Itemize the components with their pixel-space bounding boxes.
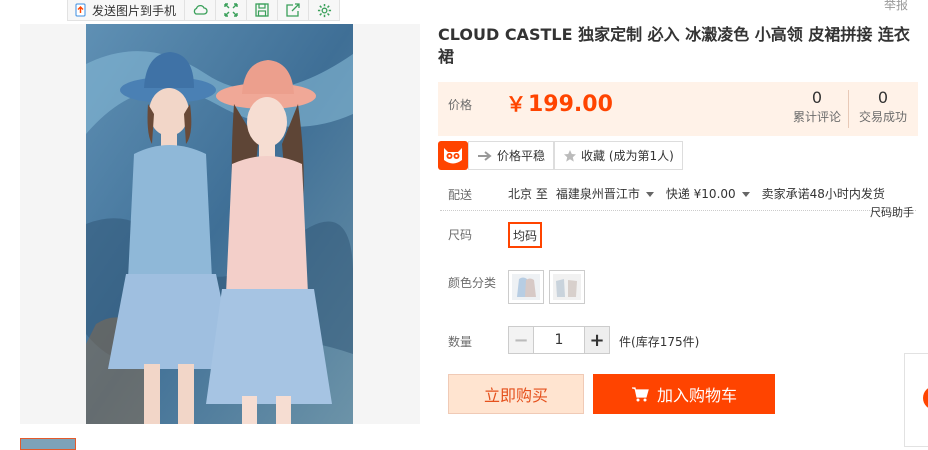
color-swatch-image [553,274,581,300]
delivery-info: 北京 至 福建泉州晋江市 快递 ¥10.00 卖家承诺48小时内发货 [508,185,885,202]
decrease-button[interactable]: − [508,326,534,354]
deals-stat[interactable]: 0 交易成功 [849,88,917,126]
delivery-label: 配送 [448,188,473,202]
reviews-label: 累计评论 [792,110,841,124]
star-icon [564,149,577,162]
product-title: CLOUD CASTLE 独家定制 必入 冰瀫凌色 小高领 皮裙拼接 连衣裙 [438,25,910,66]
actions-row: 价格平稳 收藏 (成为第1人) [438,141,683,170]
cart-icon [631,387,649,402]
save-icon [255,3,269,17]
price-trend-button[interactable]: 价格平稳 [468,141,555,170]
price-trend-label: 价格平稳 [497,149,546,163]
cloud-button[interactable] [185,0,217,20]
size-option-selected[interactable]: 均码 [508,222,542,248]
chevron-down-icon [741,192,750,197]
quantity-unit: 件 [619,335,632,349]
deals-label: 交易成功 [858,110,907,124]
arrow-right-icon [478,150,492,161]
fullscreen-button[interactable] [216,0,248,20]
increase-button[interactable]: + [584,326,610,354]
price-box: 价格 ￥199.00 0 累计评论 0 交易成功 [438,82,918,136]
send-to-phone-label: 发送图片到手机 [92,3,177,18]
send-to-phone-button[interactable]: 发送图片到手机 [68,0,186,20]
deals-count: 0 [877,88,889,107]
color-option-1[interactable] [508,270,544,304]
product-photo[interactable] [86,24,353,424]
quantity-stepper: − 1 + [508,326,610,354]
save-button[interactable] [247,0,279,20]
stock-info: 件(库存175件) [619,333,699,350]
favorite-label: 收藏 (成为第1人) [581,149,674,163]
currency-symbol: ￥ [506,92,526,116]
chevron-down-icon [645,192,654,197]
color-option-2[interactable] [549,270,585,304]
delivery-to-dropdown[interactable]: 福建泉州晋江市 [556,185,654,202]
shipping-dropdown[interactable]: 快递 ¥10.00 [666,185,750,202]
floating-side-widget[interactable] [904,353,928,447]
add-to-cart-button[interactable]: 加入购物车 [593,374,775,414]
reviews-stat[interactable]: 0 累计评论 [783,88,851,126]
buy-now-button[interactable]: 立即购买 [448,374,584,414]
quantity-input[interactable]: 1 [534,326,584,354]
gear-icon [317,3,331,17]
divider [440,210,916,211]
settings-button[interactable] [309,0,339,20]
cloud-icon [193,4,208,15]
product-gallery [20,24,420,424]
size-helper-link[interactable]: 尺码助手 [870,204,914,220]
report-link[interactable]: 举报 [884,0,908,13]
delivery-from: 北京 至 [508,187,548,201]
delivery-promise: 卖家承诺48小时内发货 [761,187,885,201]
share-button[interactable] [278,0,310,20]
color-swatch-image [512,274,540,300]
owl-icon [444,147,462,163]
size-label: 尺码 [448,228,473,242]
quantity-label: 数量 [448,335,473,349]
stock-count: (库存175件) [631,335,700,349]
price-value-group: ￥199.00 [506,88,613,117]
phone-upload-icon [75,3,86,17]
color-label: 颜色分类 [448,276,497,290]
image-toolbar: 发送图片到手机 [67,0,341,21]
add-to-cart-label: 加入购物车 [656,386,737,405]
price-value: 199.00 [528,92,613,117]
delivery-to: 福建泉州晋江市 [555,187,640,201]
gallery-thumbnail[interactable] [20,438,76,450]
favorite-button[interactable]: 收藏 (成为第1人) [554,141,683,170]
price-label: 价格 [448,98,473,112]
owl-logo-button[interactable] [438,141,468,170]
reviews-count: 0 [811,88,823,107]
share-icon [286,3,300,17]
shipping-fee: 快递 ¥10.00 [665,187,736,201]
service-icon [923,386,928,410]
expand-icon [224,3,238,17]
